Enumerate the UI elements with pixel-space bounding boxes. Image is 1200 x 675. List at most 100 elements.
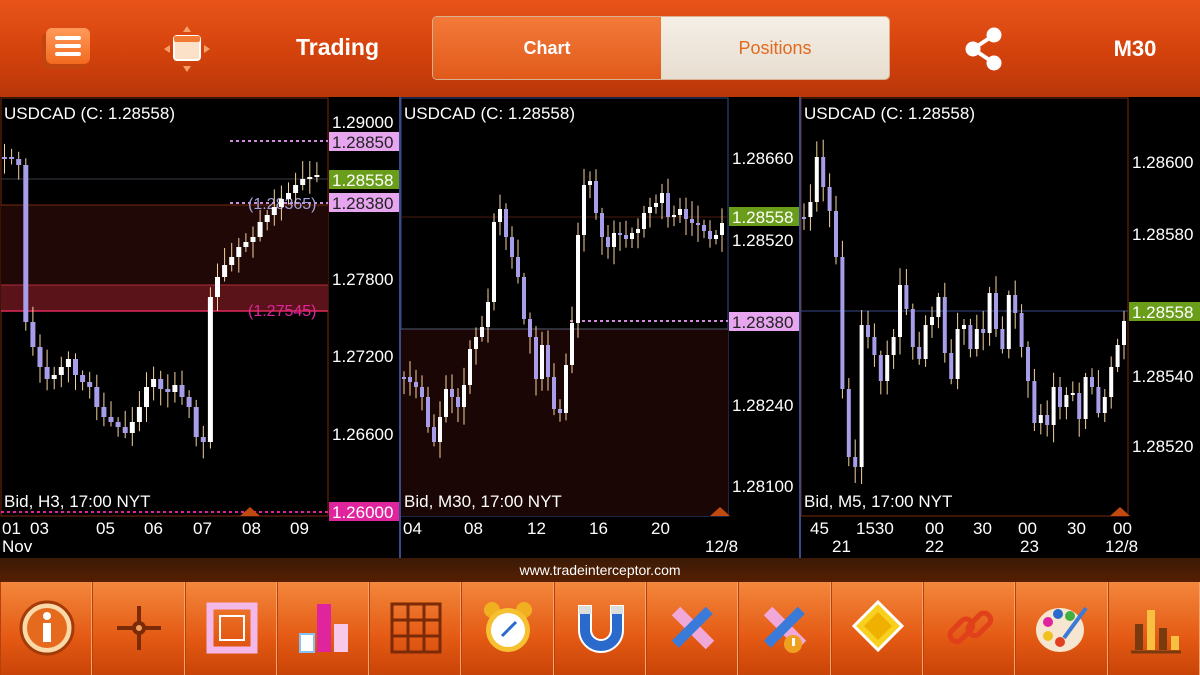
- chart-panel-h3[interactable]: USDCAD (C: 1.28558) Bid, H3, 17:00 NYT (…: [0, 97, 400, 558]
- chart-m5[interactable]: USDCAD (C: 1.28558) Bid, M5, 17:00 NYT 1…: [800, 97, 1200, 558]
- price-tag-pending: 1.28850: [332, 133, 393, 152]
- color-fill-icon: [851, 599, 904, 653]
- candle-body: [546, 345, 550, 377]
- candle-body: [910, 309, 915, 347]
- candle-body: [660, 193, 664, 203]
- x-tick: 03: [30, 519, 49, 538]
- color-fill-button[interactable]: [830, 582, 923, 675]
- x-tick: 08: [242, 519, 261, 538]
- page-title: Trading: [295, 34, 380, 60]
- candle-body: [516, 257, 520, 277]
- chain-link-icon: [947, 610, 994, 645]
- x-tick: 1530: [856, 519, 894, 538]
- candle-body: [402, 377, 406, 379]
- candle-body: [834, 211, 838, 257]
- x-tick: 07: [193, 519, 212, 538]
- candle-body: [1058, 387, 1062, 407]
- candle-body: [492, 222, 496, 302]
- candle-body: [642, 213, 646, 229]
- candle-body: [450, 389, 454, 397]
- candle-body: [618, 233, 622, 235]
- candle-body: [1006, 295, 1011, 349]
- candle-body: [1032, 381, 1037, 423]
- candle-body: [136, 407, 142, 422]
- candle-body: [129, 422, 135, 433]
- link-button[interactable]: [922, 582, 1016, 675]
- timeframe-selector[interactable]: M30: [1100, 36, 1170, 62]
- candle-body: [200, 437, 206, 442]
- candle-body: [866, 325, 870, 337]
- drawing-tools-icon: [671, 606, 715, 650]
- chart-symbol-label: USDCAD (C: 1.28558): [404, 104, 575, 123]
- candle-body: [1077, 393, 1082, 419]
- candle-body: [314, 175, 320, 177]
- bar-chart-button[interactable]: [276, 582, 370, 675]
- candle-body: [974, 329, 979, 349]
- candle-body: [1115, 345, 1120, 367]
- palette-button[interactable]: [1015, 582, 1108, 675]
- candle-body: [122, 427, 128, 433]
- grid-button[interactable]: [369, 582, 462, 675]
- y-tick: 1.27800: [332, 270, 393, 289]
- candle-body: [624, 235, 628, 239]
- crosshair-button[interactable]: [92, 582, 185, 675]
- candle-body: [930, 317, 934, 325]
- candle-body: [564, 365, 568, 413]
- x-sublabel: 23: [1020, 537, 1039, 556]
- share-icon[interactable]: [960, 26, 1008, 72]
- candle-body: [696, 223, 700, 225]
- menu-icon[interactable]: [42, 28, 92, 70]
- info-button[interactable]: [0, 582, 93, 675]
- x-tick: 00: [925, 519, 944, 538]
- candle-body: [859, 325, 864, 467]
- x-sublabel: Nov: [2, 537, 33, 556]
- indicators-button[interactable]: [1107, 582, 1200, 675]
- drawing-tools-alert-icon: [764, 606, 807, 653]
- panel-divider: [799, 97, 801, 558]
- candle-body: [444, 389, 448, 417]
- x-tick: 08: [464, 519, 483, 538]
- ruler-frame-button[interactable]: [184, 582, 277, 675]
- x-tick: 30: [1067, 519, 1086, 538]
- x-tick: 06: [144, 519, 163, 538]
- window-icon[interactable]: [162, 24, 212, 74]
- drawing-tools-alert-button[interactable]: [738, 582, 831, 675]
- chart-panel-m30[interactable]: USDCAD (C: 1.28558) Bid, M30, 17:00 NYT …: [400, 97, 800, 558]
- candle-body: [101, 407, 107, 417]
- candle-body: [87, 382, 93, 387]
- candle-body: [229, 257, 235, 265]
- candle-body: [408, 377, 412, 382]
- candle-body: [714, 235, 718, 239]
- candle-body: [1064, 395, 1069, 407]
- candle-body: [528, 319, 532, 337]
- candle-body: [37, 347, 43, 367]
- candle-body: [1090, 377, 1094, 387]
- candle-body: [522, 277, 526, 319]
- magnet-button[interactable]: [553, 582, 647, 675]
- candle-body: [606, 237, 610, 247]
- candle-body: [73, 359, 78, 375]
- candle-body: [690, 219, 694, 223]
- y-tick: 1.28240: [732, 396, 793, 415]
- y-tick: 1.26600: [332, 425, 393, 444]
- candle-body: [955, 329, 960, 379]
- candle-body: [582, 185, 586, 235]
- candle-body: [891, 337, 896, 355]
- candle-body: [1051, 387, 1056, 425]
- candle-body: [840, 257, 845, 389]
- alarm-clock-icon: [484, 602, 533, 652]
- candle-body: [702, 225, 706, 231]
- alarm-button[interactable]: [461, 582, 554, 675]
- candle-body: [510, 237, 514, 257]
- tab-positions[interactable]: Positions: [661, 17, 889, 79]
- chart-panel-m5[interactable]: USDCAD (C: 1.28558) Bid, M5, 17:00 NYT 1…: [800, 97, 1200, 558]
- candle-body: [151, 379, 157, 387]
- drawing-tools-button[interactable]: [646, 582, 739, 675]
- tab-chart[interactable]: Chart: [433, 17, 661, 79]
- chart-h3[interactable]: USDCAD (C: 1.28558) Bid, H3, 17:00 NYT (…: [0, 97, 400, 558]
- footer-url[interactable]: www.tradeinterceptor.com: [0, 558, 1200, 582]
- candle-body: [898, 285, 902, 337]
- chart-m30[interactable]: USDCAD (C: 1.28558) Bid, M30, 17:00 NYT …: [400, 97, 800, 558]
- candle-body: [468, 349, 472, 385]
- candle-body: [44, 367, 50, 379]
